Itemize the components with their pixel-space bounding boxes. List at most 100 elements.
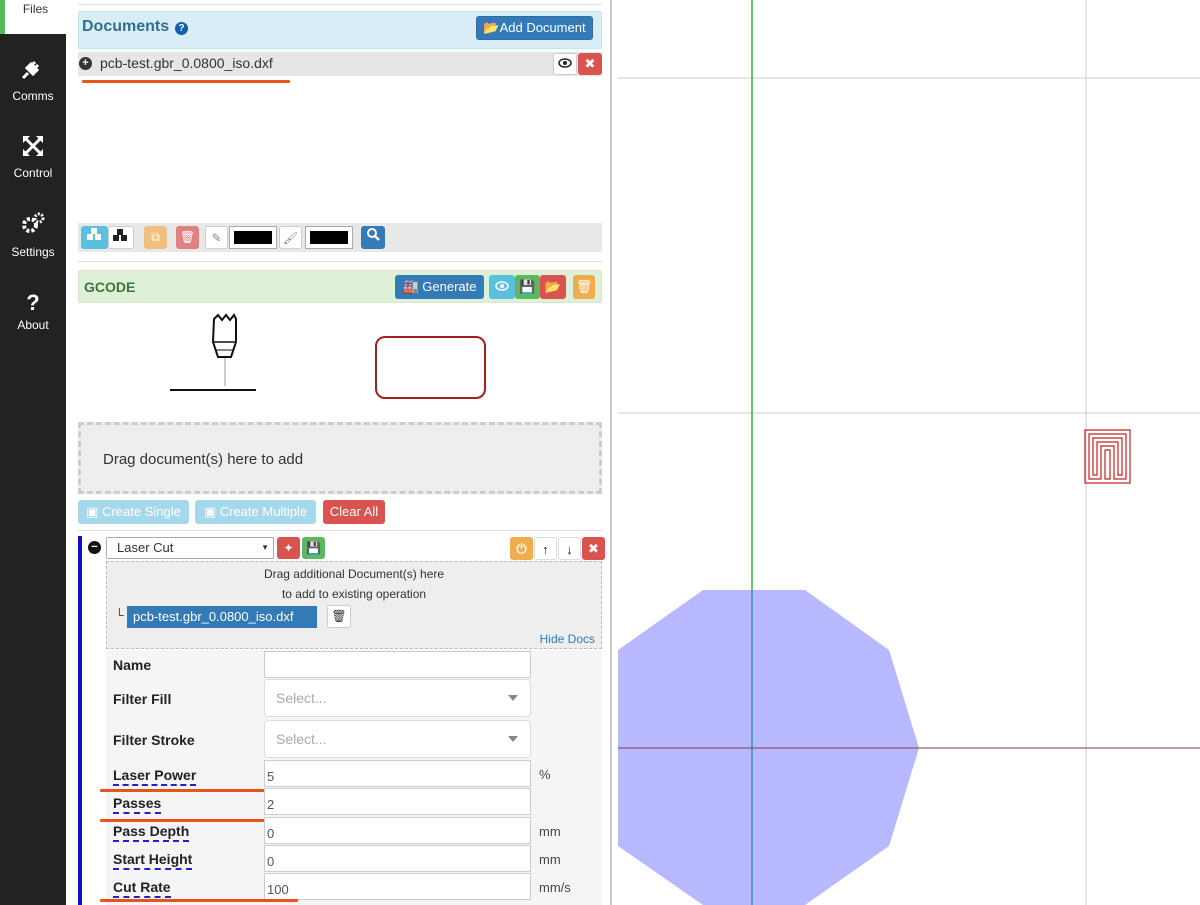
- pass-depth-label: Pass Depth: [113, 823, 190, 842]
- folder-open-icon: 📂: [483, 20, 500, 35]
- laser-power-label: Laser Power: [113, 767, 197, 786]
- start-height-input[interactable]: [264, 845, 531, 872]
- create-multiple-button[interactable]: ▣ Create Multiple: [195, 500, 316, 524]
- brush-icon: 🖌: [282, 231, 299, 245]
- divider: [78, 530, 602, 531]
- sidebar-item-control[interactable]: Control: [0, 134, 66, 204]
- stroke-pencil-button[interactable]: ✎: [205, 226, 228, 249]
- document-row[interactable]: + pcb-test.gbr_0.0800_iso.dxf ✖: [78, 52, 602, 76]
- open-gcode-button[interactable]: 📂: [540, 275, 566, 299]
- documents-title: Documents: [82, 18, 170, 35]
- operation-type-select[interactable]: Laser Cut ▼: [106, 537, 274, 559]
- select-all-button[interactable]: [81, 226, 108, 249]
- cut-rate-label: Cut Rate: [113, 879, 171, 898]
- copy-icon: ⧉: [151, 230, 160, 244]
- laser-power-input[interactable]: [264, 760, 531, 787]
- delete-selected-button[interactable]: 🗑: [176, 226, 199, 249]
- toggle-operation-button[interactable]: ⏻: [510, 537, 533, 560]
- operation-dropzone[interactable]: Drag additional Document(s) here to add …: [106, 561, 602, 649]
- documents-header: Documents ? 📂Add Document: [78, 11, 602, 49]
- gcode-header: GCODE 🏭 Generate 💾 📂 🗑: [78, 270, 602, 303]
- annotation-underline: [100, 819, 290, 822]
- trash-icon: 🗑: [331, 609, 347, 623]
- document-name: pcb-test.gbr_0.0800_iso.dxf: [100, 55, 273, 71]
- eye-icon: [558, 58, 572, 68]
- document-dropzone[interactable]: Drag document(s) here to add: [78, 422, 602, 494]
- sidebar-item-label: Control: [13, 166, 53, 180]
- workspace-canvas[interactable]: [610, 0, 1200, 905]
- object-icon: ▣: [86, 504, 99, 519]
- name-label: Name: [113, 657, 152, 673]
- cubes-icon: [113, 229, 127, 241]
- cubes-icon: [86, 228, 101, 240]
- plug-icon: [0, 55, 66, 87]
- remove-operation-document-button[interactable]: 🗑: [327, 605, 351, 628]
- pass-depth-input[interactable]: [264, 817, 531, 844]
- clear-all-button[interactable]: Clear All: [323, 500, 385, 524]
- annotation-underline: [82, 80, 290, 83]
- sidebar-item-label: Comms: [12, 89, 54, 103]
- close-icon: ✖: [588, 541, 599, 556]
- filter-fill-select[interactable]: Select...: [264, 679, 531, 717]
- move-up-button[interactable]: ↑: [534, 537, 557, 560]
- magic-wand-icon: ✦: [283, 541, 294, 555]
- document-toolbar: ⧉ 🗑 ✎ 🖌: [78, 223, 602, 252]
- pencil-icon: ✎: [211, 231, 222, 245]
- sidebar: Files Comms Control Settings ? About: [0, 0, 66, 905]
- passes-label: Passes: [113, 795, 162, 814]
- filter-fill-label: Filter Fill: [113, 691, 172, 707]
- laser-power-unit: %: [539, 767, 551, 782]
- move-down-button[interactable]: ↓: [558, 537, 581, 560]
- operation-block: − Laser Cut ▼ ✦ 💾 ⏻ ↑ ↓ ✖ Drag additiona…: [78, 536, 605, 905]
- cut-path: [1084, 429, 1131, 484]
- fill-color-swatch[interactable]: [305, 226, 353, 249]
- divider: [78, 261, 602, 262]
- name-input[interactable]: [264, 651, 531, 678]
- search-button[interactable]: [361, 226, 385, 249]
- select-none-button[interactable]: [108, 226, 134, 249]
- stroke-color-swatch[interactable]: [229, 226, 277, 249]
- hide-docs-link[interactable]: Hide Docs: [540, 632, 595, 646]
- arrow-up-icon: ↑: [542, 542, 549, 557]
- help-icon[interactable]: ?: [175, 22, 188, 35]
- operation-document-tag[interactable]: pcb-test.gbr_0.0800_iso.dxf: [127, 606, 317, 628]
- workspace-svg[interactable]: [612, 0, 1200, 905]
- gcode-title: GCODE: [84, 279, 136, 295]
- add-document-button[interactable]: 📂Add Document: [476, 16, 593, 40]
- view-gcode-button[interactable]: [489, 275, 515, 299]
- remove-document-button[interactable]: ✖: [578, 53, 602, 75]
- passes-input[interactable]: [264, 788, 531, 815]
- chevron-down-icon: [508, 695, 518, 701]
- sidebar-item-files[interactable]: Files: [0, 0, 66, 34]
- trash-icon: 🗑: [179, 230, 196, 244]
- save-gcode-button[interactable]: 💾: [515, 275, 540, 299]
- start-height-label: Start Height: [113, 851, 193, 870]
- pass-depth-unit: mm: [539, 824, 561, 839]
- arrows-icon: [0, 134, 66, 164]
- sidebar-item-comms[interactable]: Comms: [0, 55, 66, 125]
- collapse-icon[interactable]: −: [88, 541, 101, 554]
- sidebar-item-about[interactable]: ? About: [0, 290, 66, 360]
- dropzone-text: Drag document(s) here to add: [103, 451, 304, 468]
- clear-gcode-button[interactable]: 🗑: [573, 275, 595, 299]
- create-single-button[interactable]: ▣ Create Single: [78, 500, 189, 524]
- annotation-underline: [100, 899, 298, 902]
- objects-icon: ▣: [203, 504, 217, 519]
- wand-button[interactable]: ✦: [277, 537, 300, 559]
- filter-stroke-select[interactable]: Select...: [264, 720, 531, 758]
- generate-button[interactable]: 🏭 Generate: [395, 275, 484, 299]
- remove-operation-button[interactable]: ✖: [582, 537, 605, 560]
- save-operation-button[interactable]: 💾: [302, 537, 325, 559]
- cut-rate-input[interactable]: [264, 873, 531, 900]
- factory-icon: 🏭: [402, 279, 419, 294]
- question-icon: ?: [26, 290, 40, 315]
- material-preview: [375, 336, 486, 399]
- toggle-visibility-button[interactable]: [553, 53, 577, 75]
- clone-button[interactable]: ⧉: [144, 226, 167, 249]
- expand-icon[interactable]: +: [79, 57, 92, 70]
- gears-icon: [0, 211, 66, 243]
- sidebar-item-label: About: [17, 318, 49, 332]
- fill-brush-button[interactable]: 🖌: [279, 226, 302, 249]
- sidebar-item-settings[interactable]: Settings: [0, 211, 66, 281]
- sidebar-item-label: Files: [22, 2, 49, 16]
